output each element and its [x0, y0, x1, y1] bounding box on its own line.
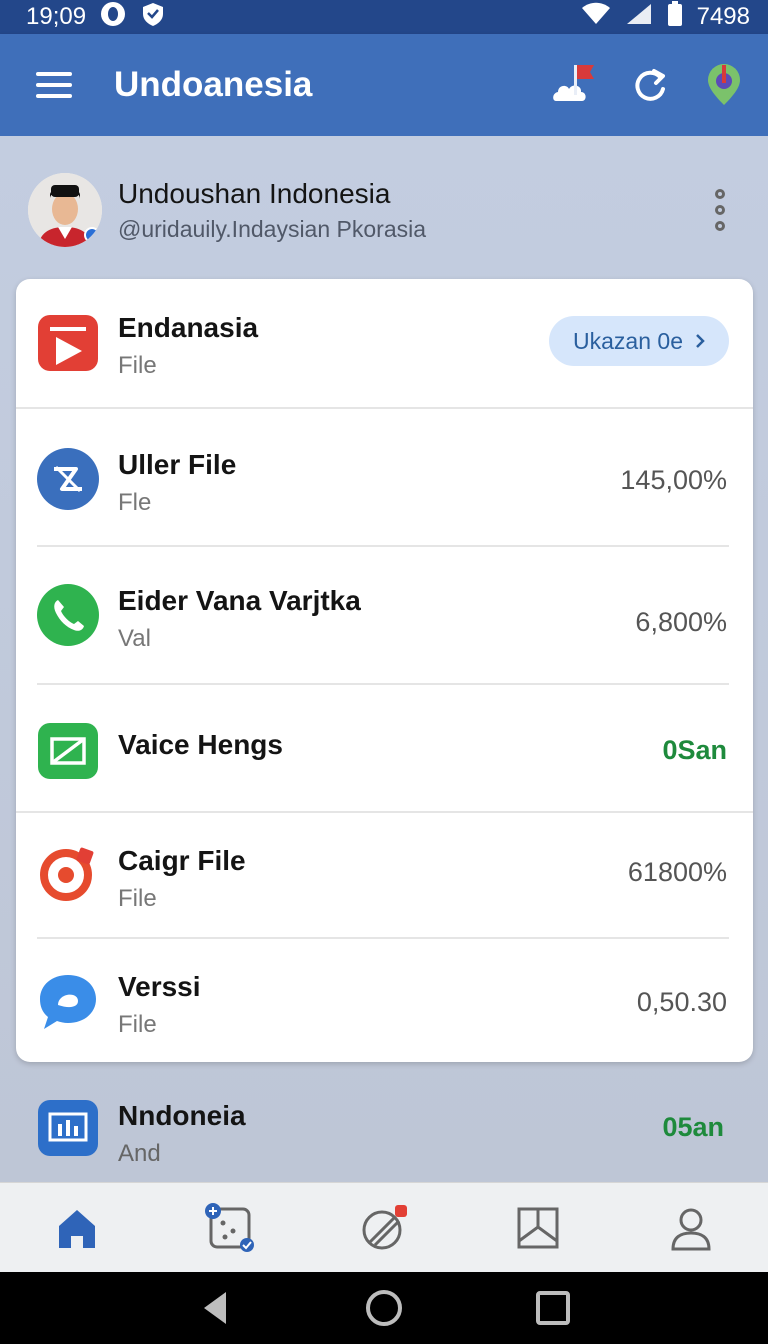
featured-action-label: Ukazan 0e: [573, 327, 683, 354]
list-item-value: 0,50.30: [636, 987, 727, 1017]
more-options-icon[interactable]: [700, 180, 740, 240]
list-item-subtitle: And: [118, 1140, 161, 1167]
recents-square-icon: [536, 1291, 571, 1325]
list-item-value: 61800%: [627, 857, 727, 887]
list-item-subtitle: File: [118, 885, 157, 912]
signal-icon: [625, 2, 653, 33]
status-bar: 19;09 7498: [0, 0, 768, 34]
verified-dot: [84, 227, 100, 243]
phone-icon: [36, 583, 100, 647]
home-button[interactable]: [359, 1283, 409, 1333]
recents-button[interactable]: [528, 1283, 578, 1333]
back-button[interactable]: [190, 1283, 240, 1333]
battery-icon: [667, 0, 683, 34]
app-title: Undoanesia: [114, 65, 313, 104]
crop-icon: [36, 719, 100, 783]
notification-icon: [100, 1, 126, 34]
nav-profile[interactable]: [661, 1198, 721, 1258]
list-item-value: 0San: [662, 735, 727, 765]
featured-action-button[interactable]: Ukazan 0e: [549, 316, 729, 366]
home-icon: [58, 1209, 95, 1248]
list-item-value: 145,00%: [620, 465, 727, 495]
wifi-icon: [581, 2, 611, 33]
profile-name: Undoushan Indonesia: [118, 177, 391, 209]
refresh-button[interactable]: [624, 59, 676, 111]
list-item[interactable]: Vaice Hengs 0San: [16, 685, 753, 811]
location-pin-icon: [708, 64, 740, 105]
chart-board-icon: [36, 1098, 100, 1162]
list-item[interactable]: Verssi File 0,50.30: [16, 939, 753, 1062]
nav-dice[interactable]: [200, 1198, 260, 1258]
nav-gallery[interactable]: [508, 1198, 568, 1258]
list-item-title: Verssi: [118, 971, 201, 1002]
menu-button[interactable]: [22, 53, 86, 117]
status-right-text: 7498: [696, 3, 750, 30]
app-bar: Undoanesia: [0, 34, 768, 136]
nav-home[interactable]: [47, 1198, 107, 1258]
system-navigation-bar: [0, 1272, 768, 1344]
cloud-flag-button[interactable]: [550, 59, 602, 111]
status-time: 19;09: [26, 3, 87, 30]
person-icon: [671, 1208, 711, 1250]
refresh-icon: [635, 69, 665, 101]
list-item-title: Caigr File: [118, 845, 246, 876]
chat-bubble-icon: [36, 971, 100, 1035]
list-item-title: Nndoneia: [118, 1100, 246, 1131]
list-item-title: Uller File: [118, 449, 237, 480]
list-item[interactable]: Uller File Fle 145,00%: [16, 409, 753, 545]
home-circle-icon: [365, 1290, 402, 1326]
list-item-title: Eider Vana Varjtka: [118, 585, 361, 616]
link-off-icon: [36, 447, 100, 511]
video-play-icon: [36, 311, 100, 375]
file-list-card: Endanasia File Ukazan 0e Uller File Fle …: [16, 279, 753, 1062]
list-item-subtitle: Val: [118, 625, 151, 652]
chevron-right-icon: [696, 334, 705, 348]
avatar[interactable]: [28, 173, 102, 247]
profile-handle: @uridauily.Indaysian Pkorasia: [118, 215, 427, 242]
list-item-value: 6,800%: [635, 607, 727, 637]
location-button[interactable]: [698, 59, 750, 111]
featured-subtitle: File: [118, 352, 157, 379]
list-item[interactable]: Nndoneia And 05an: [0, 1090, 768, 1170]
hamburger-icon: [36, 72, 72, 98]
cloud-flag-icon: [553, 65, 594, 101]
pencil-slash-icon: [362, 1204, 407, 1249]
list-item-title: Vaice Hengs: [118, 729, 283, 760]
list-item-subtitle: File: [118, 1011, 157, 1038]
image-frame-icon: [517, 1207, 559, 1248]
featured-row[interactable]: Endanasia File Ukazan 0e: [16, 279, 753, 407]
list-item[interactable]: Eider Vana Varjtka Val 6,800%: [16, 547, 753, 683]
featured-title: Endanasia: [118, 312, 259, 343]
shield-icon: [140, 1, 166, 34]
target-icon: [36, 841, 100, 905]
list-item-value: 05an: [662, 1112, 724, 1142]
back-triangle-icon: [203, 1292, 226, 1324]
profile-header[interactable]: Undoushan Indonesia @uridauily.Indaysian…: [28, 170, 740, 250]
list-item-subtitle: Fle: [118, 489, 152, 516]
list-item[interactable]: Caigr File File 61800%: [16, 813, 753, 937]
bottom-navigation: [0, 1182, 768, 1272]
dice-icon: [205, 1202, 255, 1252]
nav-tools[interactable]: [354, 1198, 414, 1258]
